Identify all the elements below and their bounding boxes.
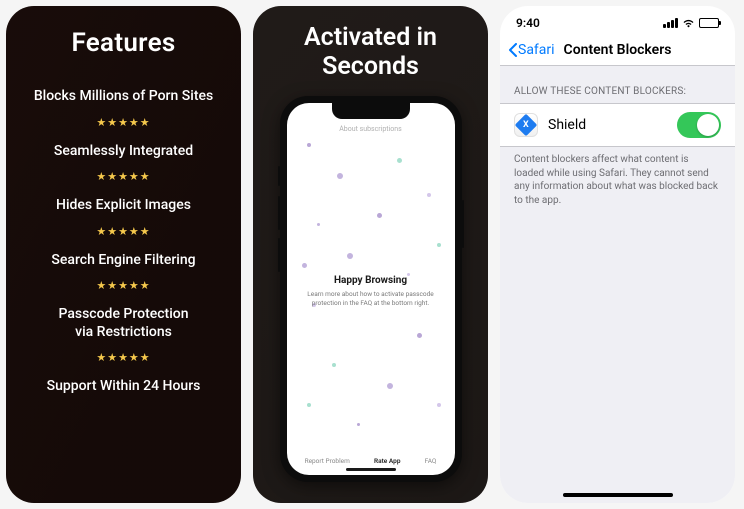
feature-item: Hides Explicit Images <box>56 197 191 215</box>
features-panel: Features Blocks Millions of Porn Sites ★… <box>6 6 241 503</box>
app-tab-bar: Report Problem Rate App FAQ <box>287 451 455 475</box>
tab-report-problem[interactable]: Report Problem <box>305 457 350 465</box>
feature-item: Search Engine Filtering <box>51 252 195 270</box>
features-list: Blocks Millions of Porn Sites ★★★★★ Seam… <box>34 88 213 396</box>
features-title: Features <box>71 28 175 58</box>
shield-app-icon: X <box>514 113 538 137</box>
section-footer: Content blockers affect what content is … <box>500 147 735 213</box>
notch <box>332 103 410 119</box>
star-rating-icon: ★★★★★ <box>96 170 150 183</box>
happy-browsing-title: Happy Browsing <box>334 275 407 286</box>
activated-panel: Activated in Seconds <box>253 6 488 503</box>
navigation-bar: Safari Content Blockers <box>500 34 735 66</box>
star-rating-icon: ★★★★★ <box>96 116 150 129</box>
activated-title: Activated in Seconds <box>304 24 437 82</box>
app-screen: About subscriptions Happy Browsing Learn… <box>287 103 455 475</box>
chevron-left-icon <box>508 43 517 57</box>
settings-panel: 9:40 Safari Content Blockers ALLOW THESE… <box>500 6 735 503</box>
back-button[interactable]: Safari <box>508 42 555 58</box>
section-header: ALLOW THESE CONTENT BLOCKERS: <box>500 66 735 103</box>
back-label: Safari <box>518 42 555 58</box>
shield-toggle[interactable] <box>677 112 721 138</box>
star-rating-icon: ★★★★★ <box>96 279 150 292</box>
star-rating-icon: ★★★★★ <box>96 225 150 238</box>
content-blocker-row[interactable]: X Shield <box>500 103 735 147</box>
settings-body: ALLOW THESE CONTENT BLOCKERS: X Shield C… <box>500 66 735 503</box>
cellular-signal-icon <box>663 18 678 28</box>
tab-rate-app[interactable]: Rate App <box>374 457 401 465</box>
star-rating-icon: ★★★★★ <box>96 351 150 364</box>
row-label: Shield <box>548 117 677 133</box>
iphone-mockup: About subscriptions Happy Browsing Learn… <box>280 96 462 482</box>
feature-item: Blocks Millions of Porn Sites <box>34 88 213 106</box>
feature-item: Seamlessly Integrated <box>54 143 193 161</box>
feature-item: Support Within 24 Hours <box>47 378 201 396</box>
wifi-icon <box>682 18 695 28</box>
tab-faq[interactable]: FAQ <box>425 457 437 465</box>
status-time: 9:40 <box>516 16 540 30</box>
page-title: Content Blockers <box>564 42 672 58</box>
happy-browsing-subtitle: Learn more about how to activate passcod… <box>306 290 436 308</box>
home-indicator[interactable] <box>563 493 673 497</box>
status-bar: 9:40 <box>500 6 735 34</box>
battery-icon <box>699 18 719 28</box>
feature-item: Passcode Protection via Restrictions <box>58 306 188 341</box>
